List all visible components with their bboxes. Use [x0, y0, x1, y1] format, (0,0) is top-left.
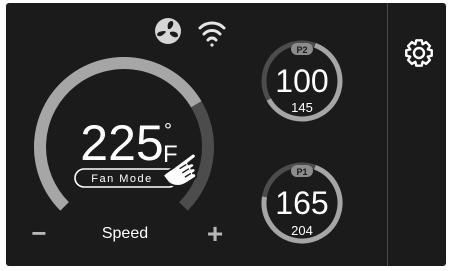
temperature-unit: F [163, 141, 178, 168]
temperature-degree: ° [164, 120, 172, 142]
probe-p1-current-temp: 165 [275, 185, 328, 221]
probe-p2-badge-label: P2 [296, 45, 307, 55]
screen-canvas: 225 ° F Fan Mode − Speed + P2 100 145 P1… [31, 18, 433, 249]
panel-divider [387, 3, 388, 266]
probe-p2-target-temp: 145 [291, 100, 313, 115]
probe-p2-current-temp: 100 [275, 63, 328, 99]
fan-mode-button[interactable]: Fan Mode [74, 168, 179, 188]
speed-increase-button[interactable]: + [207, 218, 223, 249]
fan-icon [155, 18, 181, 44]
gear-teeth-outline [405, 39, 433, 67]
probe-p1-badge-label: P1 [296, 167, 307, 177]
probe-p1-gauge[interactable]: P1 165 204 [261, 162, 343, 244]
minus-icon: − [31, 218, 46, 248]
speed-label: Speed [102, 225, 148, 242]
device-screen: 225 ° F Fan Mode − Speed + P2 100 145 P1… [6, 3, 446, 266]
temperature-value: 225 [80, 115, 163, 171]
fan-mode-label: Fan Mode [91, 173, 153, 185]
wifi-icon [198, 21, 226, 47]
probe-p1-target-temp: 204 [291, 223, 313, 238]
gear-icon[interactable] [405, 39, 433, 67]
plus-icon: + [207, 218, 223, 249]
speed-decrease-button[interactable]: − [31, 218, 46, 248]
probe-p2-gauge[interactable]: P2 100 145 [261, 40, 343, 122]
